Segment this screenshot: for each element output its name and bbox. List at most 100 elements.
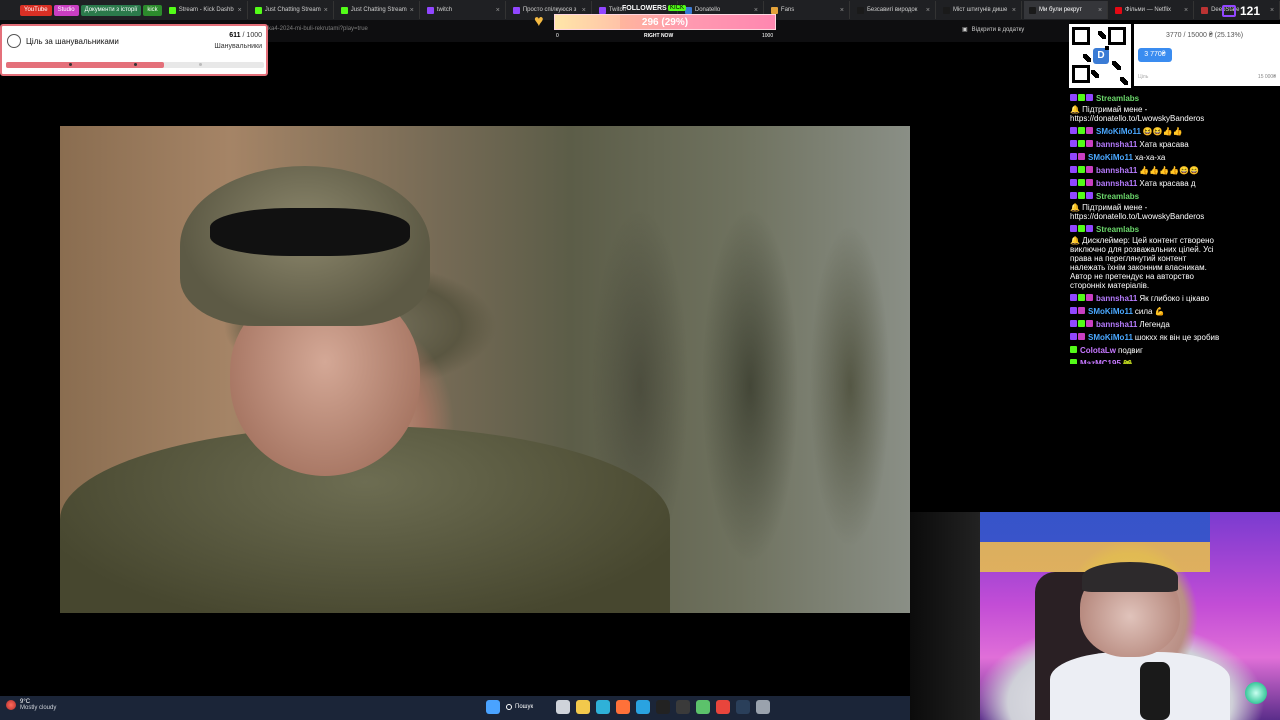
subscriber-goal-widget: Ціль за шанувальниками 611 / 1000 Шанува… (0, 24, 268, 76)
tab-label: Фільми — Netflix (1125, 7, 1172, 13)
browser-tab[interactable]: Fans × (766, 1, 850, 19)
tab-label: twitch (436, 7, 453, 13)
tab-label: Just Chatting Stream (264, 7, 321, 13)
firefox-icon[interactable] (616, 700, 630, 714)
browser-tab[interactable]: Just Chatting Stream × (336, 1, 420, 19)
followers-progress-bar: 296 (29%) (554, 14, 776, 30)
bookmark-0[interactable]: YouTube (20, 4, 52, 16)
browser-tab[interactable]: Міст штигунів дише × (938, 1, 1022, 19)
bookmark-2[interactable]: Документи з історії (80, 4, 142, 16)
close-tab-icon[interactable]: × (1270, 7, 1274, 14)
badge-icon (1070, 192, 1077, 199)
tab-favicon-icon (168, 6, 176, 14)
video-player[interactable] (60, 126, 910, 613)
qr-finder (1072, 27, 1090, 45)
browser-tab[interactable]: Just Chatting Stream × (250, 1, 334, 19)
sub-goal-tick (69, 63, 72, 66)
steam-icon[interactable] (736, 700, 750, 714)
kick-badge: KICK (668, 5, 687, 11)
edge-icon[interactable] (596, 700, 610, 714)
browser-tab[interactable]: Stream - Kick Dashb × (164, 1, 248, 19)
webcam-feed (910, 512, 1280, 720)
sub-goal-tick (199, 63, 202, 66)
badge-icon (1078, 140, 1085, 147)
sub-goal-track (6, 62, 264, 68)
open-in-app-button[interactable]: ▣ Відкрити в додатку (962, 26, 1025, 34)
search-icon (506, 704, 512, 710)
bookmark-3[interactable]: kick (143, 4, 162, 16)
app-icon[interactable] (696, 700, 710, 714)
bookmark-1[interactable]: Studio (53, 4, 79, 16)
qr-module (1112, 61, 1116, 65)
close-tab-icon[interactable]: × (1184, 7, 1188, 14)
url-text[interactable]: ka4-2024-mi-buli-rekrutami?play=true (268, 26, 368, 32)
chat-username: MazMC195 (1080, 359, 1121, 364)
obs-icon[interactable] (676, 700, 690, 714)
chat-badges (1070, 294, 1093, 301)
microphone (1140, 662, 1170, 720)
chat-message: SMoKiMo11 сила 💪 (1070, 307, 1222, 316)
close-tab-icon[interactable]: × (926, 7, 930, 14)
chrome-icon[interactable] (716, 700, 730, 714)
badge-icon (1078, 333, 1085, 340)
badge-icon (1070, 179, 1077, 186)
viewer-count: 121 (1222, 4, 1260, 18)
chat-username: Streamlabs (1096, 225, 1140, 234)
sub-goal-current: 611 (229, 32, 241, 39)
chat-message: bannsha11 Хата красава (1070, 140, 1222, 149)
close-tab-icon[interactable]: × (496, 7, 500, 14)
close-tab-icon[interactable]: × (1012, 7, 1016, 14)
chat-message: SMoKiMo11 ха-ха-ха (1070, 153, 1222, 162)
search-label: Пошук (515, 704, 534, 710)
close-tab-icon[interactable]: × (410, 7, 414, 14)
windows-start-icon[interactable] (486, 700, 500, 714)
donation-amount: 3770 / 15000 ₴ (25.13%) (1166, 32, 1244, 39)
badge-icon (1086, 320, 1093, 327)
browser-tab[interactable]: Фільми — Netflix × (1110, 1, 1195, 19)
screen: YouTube Studio Документи з історії kick Stre… (0, 0, 1280, 720)
chat-text: 🔔 Дисклеймер: Цей контент створено виклю… (1070, 236, 1214, 290)
close-tab-icon[interactable]: × (840, 7, 844, 14)
heart-icon: ♥ (534, 13, 544, 30)
weather-widget[interactable]: 9°C Mostly cloudy (6, 699, 56, 711)
browser-tab[interactable]: twitch × (422, 1, 506, 19)
chat-username: SMoKiMo11 (1088, 307, 1133, 316)
weather-desc: Mostly cloudy (20, 705, 57, 711)
settings-icon[interactable] (756, 700, 770, 714)
chat-text: шокхх як він це зробив (1134, 333, 1220, 342)
task-view-icon[interactable] (556, 700, 570, 714)
close-tab-icon[interactable]: × (1098, 7, 1102, 14)
telegram-icon[interactable] (636, 700, 650, 714)
tab-favicon-icon (856, 6, 864, 14)
followers-count: 296 (29%) (641, 17, 689, 28)
chat-username: SMoKiMo11 (1088, 333, 1133, 342)
taskbar-search[interactable]: Пошук (506, 700, 550, 714)
close-tab-icon[interactable]: × (324, 7, 328, 14)
browser-tab[interactable]: Ми були рекрут × (1024, 1, 1109, 19)
capcut-icon[interactable] (656, 700, 670, 714)
tab-favicon-icon (254, 6, 262, 14)
chat-message: ColotaLw подвиг (1070, 346, 1222, 355)
chat-badges (1070, 179, 1093, 186)
chat-username: SMoKiMo11 (1096, 127, 1141, 136)
chat-username: bannsha11 (1096, 166, 1138, 175)
chat-username: bannsha11 (1096, 179, 1138, 188)
chat-username: Streamlabs (1096, 94, 1140, 103)
browser-tab[interactable]: Безсавигі виродок × (852, 1, 936, 19)
file-explorer-icon[interactable] (576, 700, 590, 714)
tab-label: Fans (780, 7, 795, 13)
open-in-app-label: Відкрити в додатку (971, 26, 1025, 33)
donation-goal-widget: 3770 / 15000 ₴ (25.13%) 3 770₴ Ціль 15 0… (1134, 24, 1280, 86)
ukraine-flag (970, 512, 1210, 572)
chat-badges (1070, 359, 1077, 364)
tab-label: Stream - Kick Dashb (178, 7, 234, 13)
chat-username: SMoKiMo11 (1088, 153, 1133, 162)
badge-icon (1070, 225, 1077, 232)
close-tab-icon[interactable]: × (238, 7, 242, 14)
chat-text: 🔔 Підтримай мене - https://donatello.to/… (1070, 105, 1205, 123)
badge-icon (1086, 225, 1093, 232)
chat-badges (1070, 166, 1093, 173)
qr-module (1120, 77, 1124, 81)
chat-badges (1070, 320, 1093, 327)
badge-icon (1070, 140, 1077, 147)
